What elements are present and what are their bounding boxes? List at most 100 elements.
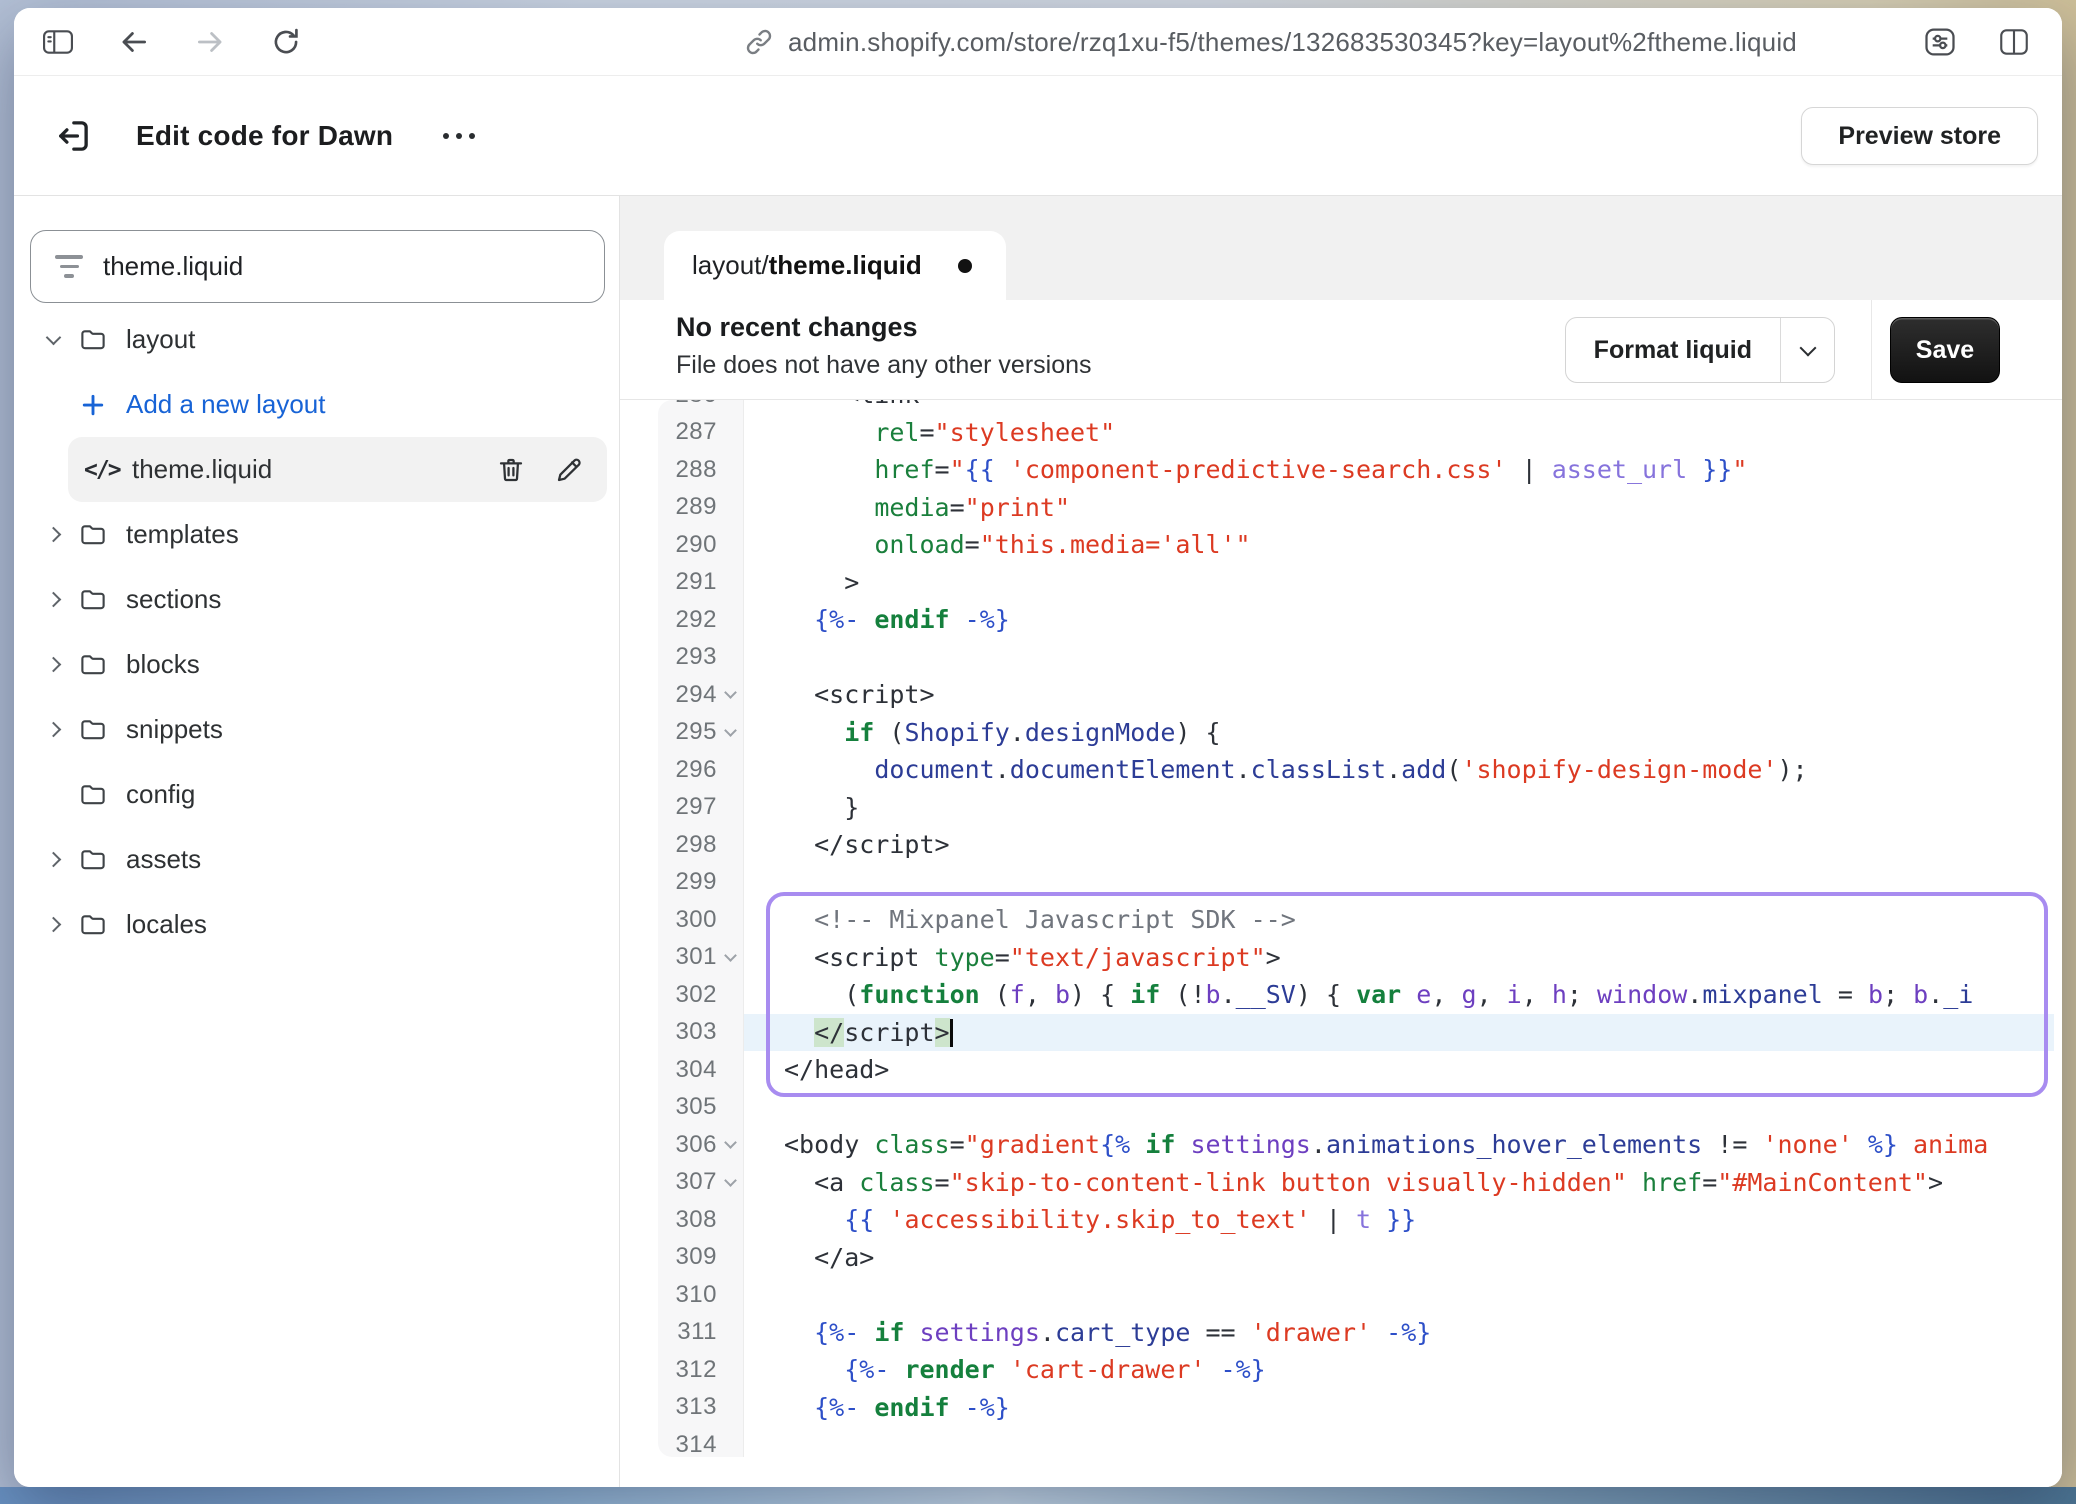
code-line-text[interactable]: media="print" [744, 489, 2054, 527]
code-line-300[interactable]: 300 <!-- Mixpanel Javascript SDK --> [658, 901, 2054, 939]
code-line-text[interactable]: {{ 'accessibility.skip_to_text' | t }} [744, 1201, 2054, 1239]
code-line-text[interactable]: rel="stylesheet" [744, 414, 2054, 452]
file-search-input[interactable] [31, 231, 604, 302]
fold-chevron-icon[interactable] [724, 724, 737, 737]
fold-chevron-icon[interactable] [724, 949, 737, 962]
fold-chevron-icon[interactable] [724, 1136, 737, 1149]
code-line-306[interactable]: 306<body class="gradient{% if settings.a… [658, 1126, 2054, 1164]
code-line-text[interactable]: {%- render 'cart-drawer' -%} [744, 1351, 2054, 1389]
code-editor[interactable]: 286 <link287 rel="stylesheet"288 href="{… [658, 400, 2054, 1457]
code-line-311[interactable]: 311 {%- if settings.cart_type == 'drawer… [658, 1314, 2054, 1352]
code-line-text[interactable]: {%- if settings.cart_type == 'drawer' -%… [744, 1314, 2054, 1352]
split-view-button[interactable] [1992, 20, 2036, 64]
line-number-gutter[interactable]: 306 [658, 1126, 744, 1164]
line-number-gutter[interactable]: 302 [658, 976, 744, 1014]
code-line-288[interactable]: 288 href="{{ 'component-predictive-searc… [658, 451, 2054, 489]
code-line-text[interactable]: </head> [744, 1051, 2054, 1089]
chevron-right-icon[interactable] [46, 917, 62, 933]
code-line-text[interactable] [744, 864, 2054, 902]
code-line-text[interactable]: (function (f, b) { if (!b.__SV) { var e,… [744, 976, 2054, 1014]
format-options-button[interactable] [1780, 318, 1834, 382]
code-line-text[interactable]: </script> [744, 826, 2054, 864]
page-settings-button[interactable] [1918, 20, 1962, 64]
code-line-303[interactable]: 303 </script> [658, 1014, 2054, 1052]
code-line-308[interactable]: 308 {{ 'accessibility.skip_to_text' | t … [658, 1201, 2054, 1239]
sidebar-item-sections[interactable]: sections [14, 567, 619, 632]
code-line-text[interactable]: {%- endif -%} [744, 601, 2054, 639]
code-line-text[interactable] [744, 1089, 2054, 1127]
code-line-text[interactable] [744, 1426, 2054, 1457]
format-liquid-button[interactable]: Format liquid [1566, 318, 1780, 382]
sidebar-item-locales[interactable]: locales [14, 892, 619, 957]
fold-chevron-icon[interactable] [724, 1174, 737, 1187]
sidebar-item-blocks[interactable]: blocks [14, 632, 619, 697]
forward-button[interactable] [188, 20, 232, 64]
line-number-gutter[interactable]: 314 [658, 1426, 744, 1457]
line-number-gutter[interactable]: 307 [658, 1164, 744, 1202]
line-number-gutter[interactable]: 298 [658, 826, 744, 864]
reload-button[interactable] [264, 20, 308, 64]
line-number-gutter[interactable]: 305 [658, 1089, 744, 1127]
code-line-313[interactable]: 313 {%- endif -%} [658, 1389, 2054, 1427]
line-number-gutter[interactable]: 309 [658, 1239, 744, 1277]
sidebar-item-layout[interactable]: layout [14, 307, 619, 372]
line-number-gutter[interactable]: 312 [658, 1351, 744, 1389]
line-number-gutter[interactable]: 308 [658, 1201, 744, 1239]
code-line-293[interactable]: 293 [658, 639, 2054, 677]
code-line-text[interactable]: onload="this.media='all'" [744, 526, 2054, 564]
line-number-gutter[interactable]: 295 [658, 714, 744, 752]
code-line-text[interactable]: <!-- Mixpanel Javascript SDK --> [744, 901, 2054, 939]
line-number-gutter[interactable]: 292 [658, 601, 744, 639]
code-line-287[interactable]: 287 rel="stylesheet" [658, 414, 2054, 452]
line-number-gutter[interactable]: 291 [658, 564, 744, 602]
line-number-gutter[interactable]: 296 [658, 751, 744, 789]
code-line-305[interactable]: 305 [658, 1089, 2054, 1127]
code-line-291[interactable]: 291 > [658, 564, 2054, 602]
code-line-289[interactable]: 289 media="print" [658, 489, 2054, 527]
rename-file-button[interactable] [553, 454, 585, 486]
code-line-text[interactable]: </script> [744, 1014, 2054, 1052]
chevron-right-icon[interactable] [46, 527, 62, 543]
preview-store-button[interactable]: Preview store [1801, 107, 2038, 165]
sidebar-toggle-button[interactable] [36, 20, 80, 64]
code-line-295[interactable]: 295 if (Shopify.designMode) { [658, 714, 2054, 752]
code-line-text[interactable]: } [744, 789, 2054, 827]
code-line-307[interactable]: 307 <a class="skip-to-content-link butto… [658, 1164, 2054, 1202]
code-line-296[interactable]: 296 document.documentElement.classList.a… [658, 751, 2054, 789]
tab-layout-theme-liquid[interactable]: layout/theme.liquid [664, 231, 1006, 300]
line-number-gutter[interactable]: 290 [658, 526, 744, 564]
code-line-text[interactable]: <body class="gradient{% if settings.anim… [744, 1126, 2054, 1164]
line-number-gutter[interactable]: 310 [658, 1276, 744, 1314]
chevron-right-icon[interactable] [46, 852, 62, 868]
code-line-text[interactable]: <link [744, 400, 2054, 414]
code-line-312[interactable]: 312 {%- render 'cart-drawer' -%} [658, 1351, 2054, 1389]
code-line-text[interactable]: </a> [744, 1239, 2054, 1277]
sidebar-item-snippets[interactable]: snippets [14, 697, 619, 762]
code-line-text[interactable]: if (Shopify.designMode) { [744, 714, 2054, 752]
code-line-292[interactable]: 292 {%- endif -%} [658, 601, 2054, 639]
line-number-gutter[interactable]: 287 [658, 414, 744, 452]
code-line-286[interactable]: 286 <link [658, 400, 2054, 414]
sidebar-item-config[interactable]: config [14, 762, 619, 827]
code-line-text[interactable]: <a class="skip-to-content-link button vi… [744, 1164, 2054, 1202]
code-line-304[interactable]: 304</head> [658, 1051, 2054, 1089]
chevron-right-icon[interactable] [46, 592, 62, 608]
chevron-right-icon[interactable] [46, 657, 62, 673]
code-line-310[interactable]: 310 [658, 1276, 2054, 1314]
code-line-text[interactable]: href="{{ 'component-predictive-search.cs… [744, 451, 2054, 489]
code-line-text[interactable]: > [744, 564, 2054, 602]
sidebar-item-templates[interactable]: templates [14, 502, 619, 567]
code-line-294[interactable]: 294 <script> [658, 676, 2054, 714]
line-number-gutter[interactable]: 303 [658, 1014, 744, 1052]
fold-chevron-icon[interactable] [724, 686, 737, 699]
code-line-314[interactable]: 314 [658, 1426, 2054, 1457]
code-line-301[interactable]: 301 <script type="text/javascript"> [658, 939, 2054, 977]
code-line-text[interactable] [744, 639, 2054, 677]
line-number-gutter[interactable]: 300 [658, 901, 744, 939]
code-line-text[interactable]: {%- endif -%} [744, 1389, 2054, 1427]
code-line-298[interactable]: 298 </script> [658, 826, 2054, 864]
line-number-gutter[interactable]: 288 [658, 451, 744, 489]
line-number-gutter[interactable]: 301 [658, 939, 744, 977]
delete-file-button[interactable] [495, 454, 527, 486]
code-line-text[interactable] [744, 1276, 2054, 1314]
